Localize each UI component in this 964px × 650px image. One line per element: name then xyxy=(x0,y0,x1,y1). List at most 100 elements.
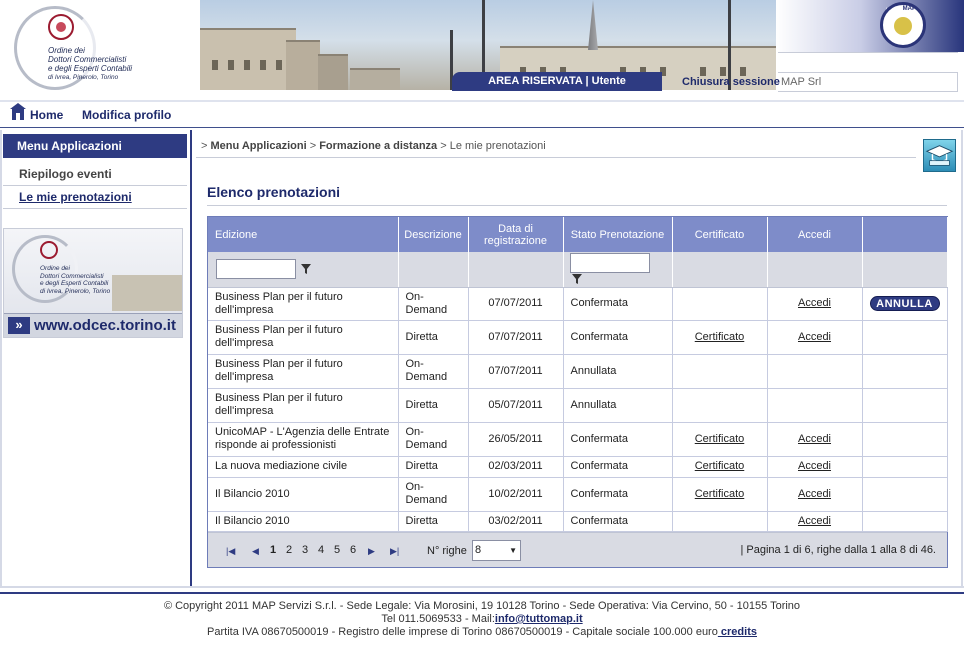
data-registrazione-text: 26/05/2011 xyxy=(488,432,543,445)
double-arrow-icon: » xyxy=(8,317,30,334)
data-registrazione-text: 03/02/2011 xyxy=(488,514,543,527)
nav-modifica-profilo[interactable]: Modifica profilo xyxy=(82,108,171,122)
edizione-cell: Business Plan per il futuro dell'impresa xyxy=(208,320,399,355)
stato-text: Confermata xyxy=(570,330,628,343)
prev-page-icon[interactable]: ◀ xyxy=(252,546,259,557)
column-header-descrizione[interactable]: Descrizione xyxy=(398,217,469,252)
column-header-certificato[interactable]: Certificato xyxy=(672,217,768,252)
sidebar-item-le-mie-prenotazioni[interactable]: Le mie prenotazioni xyxy=(3,186,187,209)
descrizione-text: On-Demand xyxy=(405,358,448,383)
edizione-text: La nuova mediazione civile xyxy=(215,460,348,472)
stato-text: Confermata xyxy=(570,487,628,500)
certificato-cell xyxy=(672,287,768,321)
map-brand-logo[interactable]: by MAP xyxy=(776,0,964,52)
accedi-cell: Accedi xyxy=(767,477,863,512)
certificato-link[interactable]: Certificato xyxy=(695,488,745,500)
column-header-edizione[interactable]: Edizione xyxy=(208,217,399,252)
edizione-text: Business Plan per il futuro dell'impresa xyxy=(215,290,343,316)
pagination-bar: |◀ ◀ 1 2 3 4 5 6 ▶ ▶| N° righe 8 | Pagin… xyxy=(208,531,947,567)
edizione-cell: Il Bilancio 2010 xyxy=(208,511,399,532)
descrizione-cell: On-Demand xyxy=(398,287,469,321)
certificato-link[interactable]: Certificato xyxy=(695,331,745,343)
certificato-cell xyxy=(672,511,768,532)
data-registrazione-text: 07/07/2011 xyxy=(488,297,543,309)
accedi-cell xyxy=(767,354,863,389)
page-link-2[interactable]: 2 xyxy=(286,544,292,556)
certificato-cell: Certificato xyxy=(672,422,768,457)
page-link-4[interactable]: 4 xyxy=(318,544,324,556)
stato-text: Confermata xyxy=(570,432,628,445)
page-link-5[interactable]: 5 xyxy=(334,544,340,556)
breadcrumb-menu-applicazioni[interactable]: Menu Applicazioni xyxy=(210,140,306,152)
column-header-accedi[interactable]: Accedi xyxy=(767,217,863,252)
stato-cell: Confermata xyxy=(563,287,673,321)
sidebar: Menu Applicazioni Riepilogo eventi Le mi… xyxy=(3,134,187,209)
stato-cell: Annullata xyxy=(563,388,673,423)
page-link-1[interactable]: 1 xyxy=(270,544,276,556)
footer-credits-link[interactable]: credits xyxy=(718,626,757,638)
edizione-text: Business Plan per il futuro dell'impresa xyxy=(215,324,343,349)
accedi-link[interactable]: Accedi xyxy=(798,331,831,343)
edizione-filter-input[interactable] xyxy=(216,259,296,280)
accedi-cell: Accedi xyxy=(767,320,863,355)
edizione-cell: Il Bilancio 2010 xyxy=(208,477,399,512)
edizione-text: Business Plan per il futuro dell'impresa xyxy=(215,392,343,417)
logout-link[interactable]: Chiusura sessione xyxy=(682,76,780,88)
data-registrazione-text: 10/02/2011 xyxy=(488,487,543,500)
stato-text: Annullata xyxy=(570,398,617,411)
nav-home[interactable]: Home xyxy=(30,108,63,122)
filter-icon[interactable] xyxy=(301,264,312,275)
filter-row xyxy=(208,252,948,288)
footer-email-link[interactable]: info@tuttomap.it xyxy=(495,613,583,625)
filter-icon[interactable] xyxy=(571,273,582,284)
top-navigation: Home Modifica profilo xyxy=(0,100,964,128)
certificato-link[interactable]: Certificato xyxy=(695,433,745,445)
accedi-link[interactable]: Accedi xyxy=(798,297,831,309)
sidebar-item-riepilogo-eventi[interactable]: Riepilogo eventi xyxy=(3,163,187,186)
breadcrumb-formazione[interactable]: Formazione a distanza xyxy=(319,140,437,152)
table-row: UnicoMAP - L'Agenzia delle Entrate rispo… xyxy=(208,422,948,457)
area-riservata-tab[interactable]: AREA RISERVATA | Utente xyxy=(452,72,662,91)
bookings-grid: Edizione Descrizione Data di registrazio… xyxy=(207,216,948,568)
accedi-link[interactable]: Accedi xyxy=(798,460,831,472)
descrizione-text: On-Demand xyxy=(405,290,448,316)
stato-cell: Confermata xyxy=(563,511,673,532)
header: Ordine dei Dottori Commercialisti e degl… xyxy=(0,0,964,100)
last-page-icon[interactable]: ▶| xyxy=(390,546,399,557)
accedi-link[interactable]: Accedi xyxy=(798,488,831,500)
column-header-data-registrazione[interactable]: Data di registrazione xyxy=(468,217,564,252)
next-page-icon[interactable]: ▶ xyxy=(368,546,375,557)
page-link-6[interactable]: 6 xyxy=(350,544,356,556)
home-icon[interactable] xyxy=(10,103,26,120)
action-cell xyxy=(862,388,948,423)
certificato-link[interactable]: Certificato xyxy=(695,460,745,472)
odcec-banner[interactable]: Ordine dei Dottori Commercialisti e degl… xyxy=(3,228,183,338)
accedi-cell: Accedi xyxy=(767,456,863,478)
edizione-cell: La nuova mediazione civile xyxy=(208,456,399,478)
accedi-link[interactable]: Accedi xyxy=(798,433,831,445)
annulla-button[interactable]: ANNULLA xyxy=(869,296,940,311)
accedi-link[interactable]: Accedi xyxy=(798,515,831,527)
rows-per-page-select[interactable]: 8 xyxy=(472,539,521,561)
stato-filter-input[interactable] xyxy=(569,252,650,273)
stato-cell: Confermata xyxy=(563,456,673,478)
descrizione-cell: On-Demand xyxy=(398,477,469,512)
data-registrazione-cell: 05/07/2011 xyxy=(468,388,564,423)
first-page-icon[interactable]: |◀ xyxy=(226,546,235,557)
seal-icon xyxy=(40,241,58,259)
bookings-table: Edizione Descrizione Data di registrazio… xyxy=(208,217,948,532)
column-header-stato[interactable]: Stato Prenotazione xyxy=(563,217,673,252)
graduation-cap-icon[interactable] xyxy=(923,139,956,172)
table-row: Business Plan per il futuro dell'impresa… xyxy=(208,320,948,355)
descrizione-text: Diretta xyxy=(405,330,438,343)
table-row: Business Plan per il futuro dell'impresa… xyxy=(208,287,948,321)
odcec-logo[interactable]: Ordine dei Dottori Commercialisti e degl… xyxy=(8,4,198,92)
action-cell xyxy=(862,354,948,389)
breadcrumb: > Menu Applicazioni > Formazione a dista… xyxy=(201,140,546,152)
certificato-cell: Certificato xyxy=(672,320,768,355)
page-link-3[interactable]: 3 xyxy=(302,544,308,556)
table-row: La nuova mediazione civile Diretta 02/03/2… xyxy=(208,456,948,478)
data-registrazione-cell: 07/07/2011 xyxy=(468,354,564,389)
stato-text: Confermata xyxy=(570,297,628,309)
banner-url[interactable]: www.odcec.torino.it xyxy=(34,317,176,334)
